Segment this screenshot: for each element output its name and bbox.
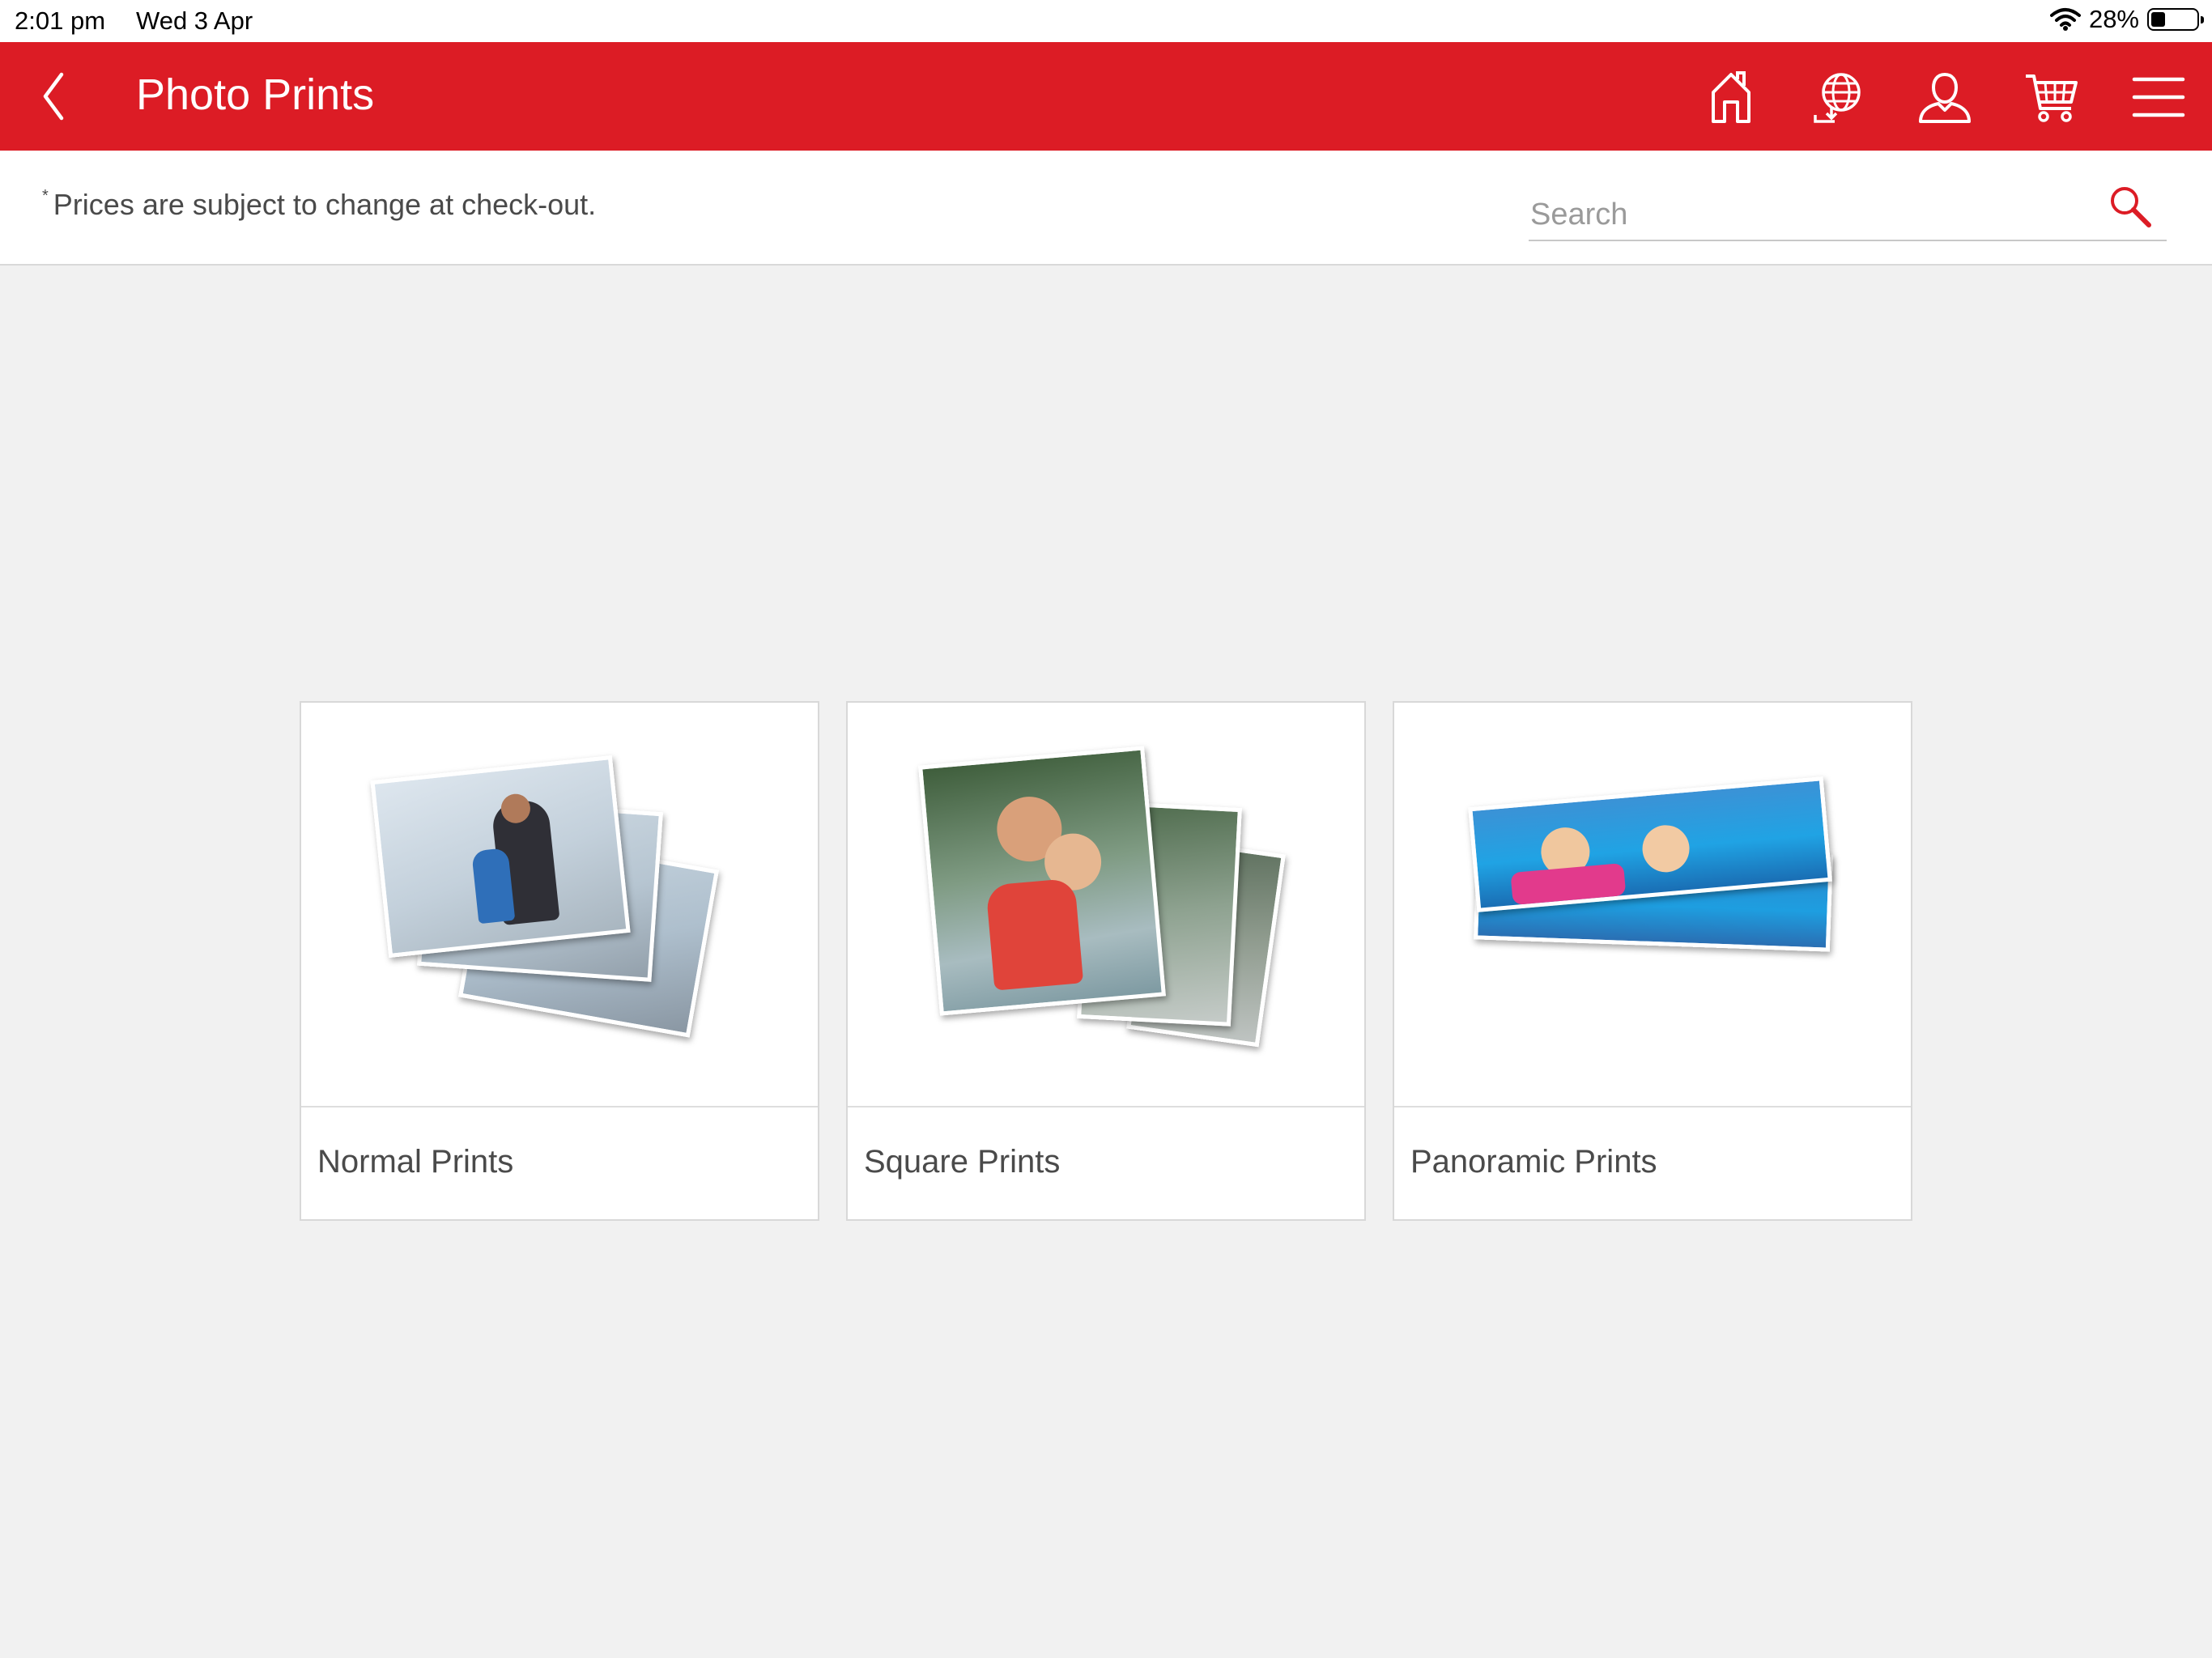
price-notice-text: Prices are subject to change at check-ou…	[53, 188, 597, 221]
back-icon[interactable]	[36, 70, 71, 123]
notice-asterisk: *	[42, 187, 49, 205]
page-title: Photo Prints	[136, 70, 375, 119]
product-card-panoramic-prints[interactable]: Panoramic Prints	[1393, 701, 1912, 1221]
status-indicators: 28%	[2049, 5, 2204, 34]
home-icon[interactable]	[1702, 68, 1760, 126]
product-label: Normal Prints	[317, 1144, 514, 1180]
product-label: Square Prints	[864, 1144, 1061, 1180]
product-card-square-prints[interactable]: Square Prints	[846, 701, 1366, 1221]
battery-fill	[2151, 12, 2165, 27]
info-search-bar: * Prices are subject to change at check-o…	[0, 151, 2212, 266]
search-icon[interactable]	[2107, 183, 2155, 232]
search-box	[1529, 183, 2167, 241]
search-input[interactable]	[1529, 191, 2082, 238]
battery-percent: 28%	[2088, 5, 2139, 33]
product-card-normal-prints[interactable]: Normal Prints	[300, 701, 819, 1221]
status-time: 2:01 pm	[15, 6, 106, 35]
account-icon[interactable]	[1916, 68, 1974, 126]
normal-prints-image	[301, 703, 818, 1107]
price-notice: * Prices are subject to change at check-o…	[42, 187, 597, 222]
menu-icon[interactable]	[2129, 68, 2188, 126]
top-app-bar: Photo Prints	[0, 42, 2212, 151]
product-label: Panoramic Prints	[1410, 1144, 1657, 1180]
cart-icon[interactable]	[2023, 68, 2081, 126]
square-prints-image	[848, 703, 1364, 1107]
globe-icon[interactable]	[1809, 68, 1867, 126]
wifi-icon	[2049, 8, 2081, 31]
battery-icon	[2147, 8, 2204, 31]
status-bar: 2:01 pm Wed 3 Apr 28%	[0, 0, 2212, 42]
panoramic-prints-image	[1394, 703, 1911, 1107]
status-date: Wed 3 Apr	[136, 6, 253, 35]
